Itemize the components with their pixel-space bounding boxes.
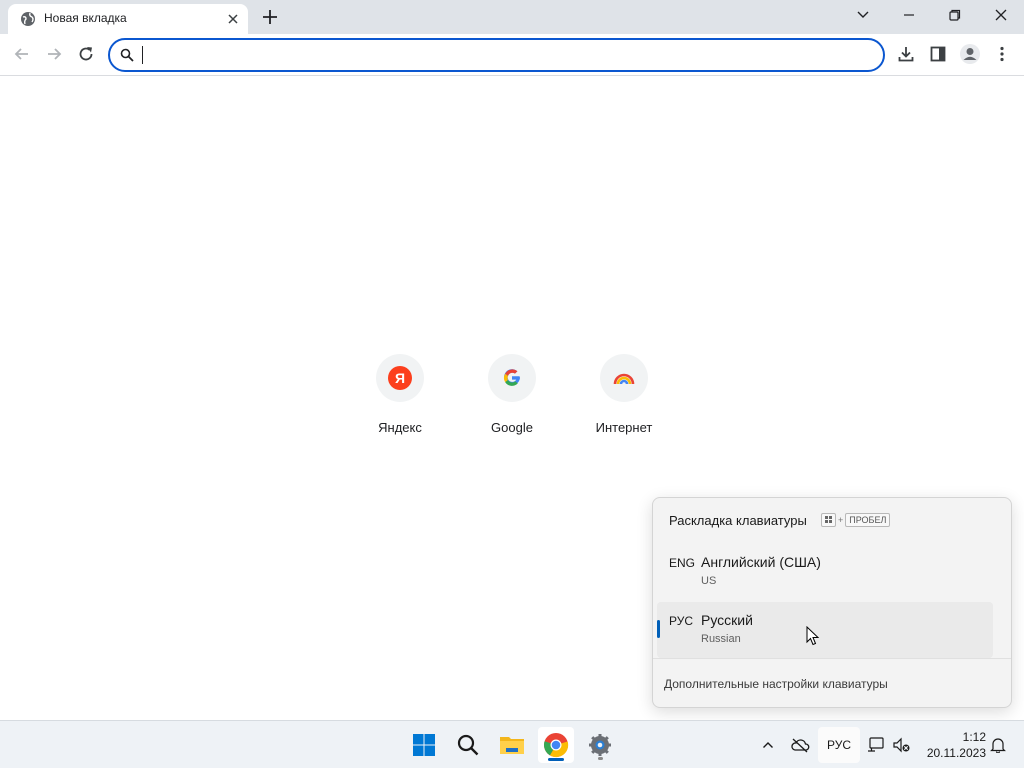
chevron-up-icon [763,742,773,748]
back-button[interactable] [10,42,34,66]
tab-strip: Новая вкладка [0,0,1024,34]
running-app-indicator [598,757,603,760]
show-hidden-icons-button[interactable] [756,733,780,757]
divider [653,658,1011,659]
shortcut-tile-internet[interactable]: Интернет [579,354,669,444]
avatar-icon [960,44,980,64]
language-layout: US [701,575,717,587]
restore-button[interactable] [932,0,978,30]
text-caret [142,46,143,64]
onedrive-tray-button[interactable] [788,733,812,757]
switch-shortcut-hint: + ПРОБЕЛ [821,513,891,527]
system-clock[interactable]: 1:12 20.11.2023 [916,729,986,761]
search-icon [120,48,134,62]
flyout-title: Раскладка клавиатуры [669,513,807,528]
shortcut-tile-yandex[interactable]: Я Яндекс [355,354,445,444]
taskbar: РУС 1:12 20.11.2023 [0,720,1024,768]
close-icon [995,9,1007,21]
new-tab-icon[interactable] [258,6,282,28]
browser-toolbar [0,34,1024,76]
minimize-icon [904,14,914,16]
shortcut-icon-container: Я [376,354,424,402]
start-button[interactable] [406,727,442,763]
language-option-eng[interactable]: ENG Английский (США) US [657,544,993,600]
yandex-icon: Я [388,366,412,390]
address-input[interactable] [140,44,860,66]
space-keycap: ПРОБЕЛ [845,513,891,527]
file-explorer-button[interactable] [494,727,530,763]
profile-button[interactable] [958,42,982,66]
settings-taskbar-button[interactable] [582,727,618,763]
bell-icon [990,738,1006,753]
language-name: Английский (США) [701,554,821,570]
shortcut-tile-google[interactable]: Google [467,354,557,444]
downloads-button[interactable] [894,42,918,66]
arrow-right-icon [48,48,62,60]
close-window-button[interactable] [978,0,1024,30]
language-code: РУС [669,614,694,628]
language-layout: Russian [701,633,741,645]
tab-close-icon[interactable] [224,10,242,28]
globe-icon [21,12,35,26]
mouse-cursor-icon [806,626,820,646]
internet-rainbow-icon [613,373,635,385]
more-keyboard-settings-link[interactable]: Дополнительные настройки клавиатуры [664,677,888,691]
volume-tray-button[interactable] [890,733,914,757]
google-icon [504,369,520,386]
tab-search-button[interactable] [840,0,886,30]
notifications-button[interactable] [986,733,1010,757]
shortcut-plus: + [838,515,844,525]
restore-icon [949,9,961,21]
reload-icon [79,47,93,61]
network-tray-button[interactable] [864,733,888,757]
shortcut-label: Яндекс [378,420,422,435]
start-icon [413,734,435,756]
more-vert-icon [1000,46,1004,62]
reload-button[interactable] [74,42,98,66]
volume-muted-icon [893,737,910,753]
language-option-rus[interactable]: РУС Русский Russian [657,602,993,658]
tab-title: Новая вкладка [44,11,127,25]
yandex-glyph: Я [395,370,405,386]
menu-button[interactable] [990,42,1014,66]
side-panel-icon [930,46,946,62]
arrow-left-icon [14,48,28,60]
chrome-taskbar-button[interactable] [538,727,574,763]
shortcut-label: Интернет [595,420,653,435]
language-name: Русский [701,612,753,628]
chrome-icon [544,733,569,758]
taskbar-search-button[interactable] [450,727,486,763]
keyboard-layout-flyout: Раскладка клавиатуры + ПРОБЕЛ ENG Англий… [652,497,1012,708]
side-panel-button[interactable] [926,42,950,66]
windows-key-icon [821,513,836,527]
shortcut-label: Google [491,420,533,435]
chevron-down-icon [857,11,869,18]
network-icon [868,737,884,752]
selected-indicator [657,620,660,638]
clock-time: 1:12 [962,730,986,744]
input-language-indicator[interactable]: РУС [818,727,860,763]
shortcut-icon-container [488,354,536,402]
omnibox[interactable] [108,38,885,72]
search-icon [457,734,479,756]
active-app-indicator [548,758,564,761]
browser-tab[interactable]: Новая вкладка [8,4,248,34]
minimize-button[interactable] [886,0,932,30]
cloud-offline-icon [791,738,810,753]
shortcut-icon-container [600,354,648,402]
download-icon [898,47,914,62]
settings-icon [589,734,611,756]
language-code: ENG [669,556,696,570]
file-explorer-icon [500,737,524,754]
clock-date: 20.11.2023 [926,746,986,760]
forward-button[interactable] [42,42,66,66]
